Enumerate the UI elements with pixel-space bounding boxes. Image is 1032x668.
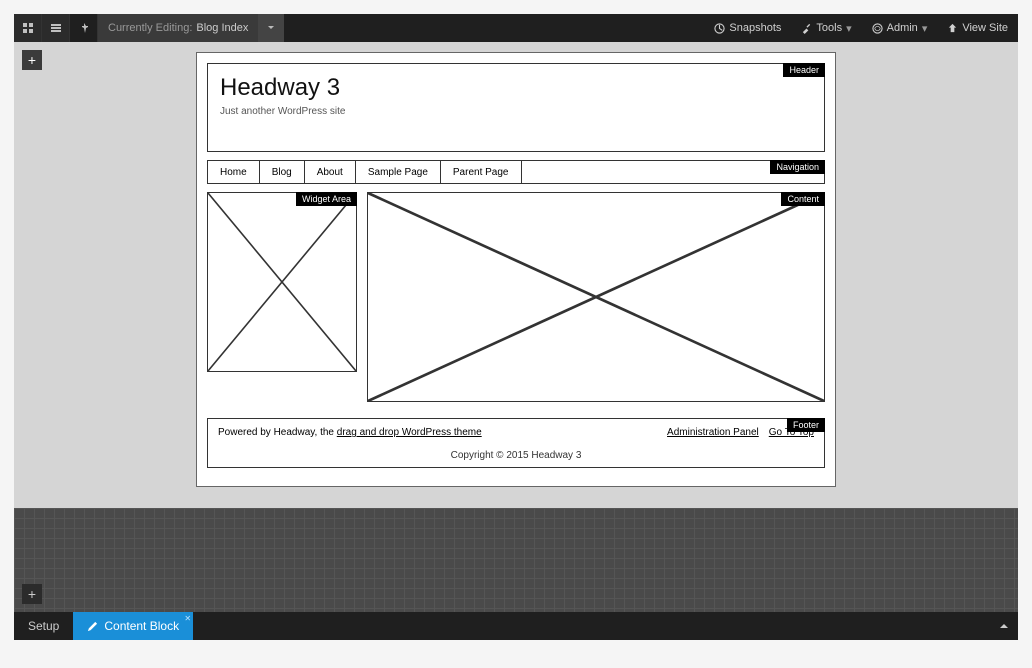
grid-mode-icon[interactable] bbox=[14, 14, 42, 42]
footer-powered-by: Powered by Headway, the drag and drop Wo… bbox=[218, 427, 482, 438]
block-label-footer: Footer bbox=[787, 418, 825, 432]
placeholder-cross-icon bbox=[208, 193, 356, 371]
nav-item-blog[interactable]: Blog bbox=[260, 161, 305, 183]
nav-item-home[interactable]: Home bbox=[208, 161, 260, 183]
chevron-down-icon: ▾ bbox=[922, 22, 928, 35]
content-block[interactable]: Content bbox=[367, 192, 825, 402]
close-icon[interactable]: ✕ bbox=[184, 614, 191, 623]
nav-item-parent-page[interactable]: Parent Page bbox=[441, 161, 522, 183]
editing-value: Blog Index bbox=[196, 22, 248, 34]
snapshots-button[interactable]: Snapshots bbox=[704, 14, 791, 42]
block-label-widget-area: Widget Area bbox=[296, 192, 357, 206]
view-site-button[interactable]: View Site bbox=[937, 14, 1018, 42]
app-frame: Currently Editing: Blog Index Snapshots … bbox=[0, 0, 1032, 668]
add-wrapper-button[interactable]: + bbox=[22, 584, 42, 604]
grid-panel: + bbox=[14, 508, 1018, 612]
site-title: Headway 3 bbox=[220, 74, 812, 102]
placeholder-cross-icon bbox=[368, 193, 824, 401]
pin-icon[interactable] bbox=[70, 14, 98, 42]
page-wrapper: Header Headway 3 Just another WordPress … bbox=[196, 52, 836, 487]
toolbar-spacer bbox=[284, 14, 704, 42]
expand-panel-button[interactable] bbox=[990, 612, 1018, 640]
editing-label: Currently Editing: bbox=[108, 22, 192, 34]
tab-content-block[interactable]: Content Block ✕ bbox=[73, 612, 193, 640]
top-toolbar: Currently Editing: Blog Index Snapshots … bbox=[14, 14, 1018, 42]
admin-menu[interactable]: Admin ▾ bbox=[862, 14, 938, 42]
footer-copyright: Copyright © 2015 Headway 3 bbox=[218, 450, 814, 461]
footer-theme-link[interactable]: drag and drop WordPress theme bbox=[337, 427, 482, 438]
footer-block[interactable]: Footer Powered by Headway, the drag and … bbox=[207, 418, 825, 468]
add-block-button[interactable]: + bbox=[22, 50, 42, 70]
nav-item-about[interactable]: About bbox=[305, 161, 356, 183]
footer-top-row: Powered by Headway, the drag and drop Wo… bbox=[218, 427, 814, 438]
currently-editing: Currently Editing: Blog Index bbox=[98, 14, 258, 42]
chevron-down-icon: ▾ bbox=[846, 22, 852, 35]
header-block[interactable]: Header Headway 3 Just another WordPress … bbox=[207, 63, 825, 152]
list-mode-icon[interactable] bbox=[42, 14, 70, 42]
navigation-block[interactable]: Navigation Home Blog About Sample Page P… bbox=[207, 160, 825, 184]
block-label-header: Header bbox=[783, 63, 825, 77]
nav-item-sample-page[interactable]: Sample Page bbox=[356, 161, 441, 183]
widget-area-block[interactable]: Widget Area bbox=[207, 192, 357, 372]
bottom-bar: Setup Content Block ✕ bbox=[14, 612, 1018, 640]
block-label-content: Content bbox=[781, 192, 825, 206]
pencil-icon bbox=[87, 621, 98, 632]
site-tagline: Just another WordPress site bbox=[220, 106, 812, 117]
tab-setup[interactable]: Setup bbox=[14, 612, 73, 640]
block-label-navigation: Navigation bbox=[770, 160, 825, 174]
canvas-area: + Header Headway 3 Just another WordPres… bbox=[14, 42, 1018, 508]
footer-admin-link[interactable]: Administration Panel bbox=[667, 427, 759, 438]
middle-row: Widget Area Content bbox=[207, 192, 825, 410]
tools-menu[interactable]: Tools ▾ bbox=[791, 14, 861, 42]
editing-dropdown[interactable] bbox=[258, 14, 284, 42]
